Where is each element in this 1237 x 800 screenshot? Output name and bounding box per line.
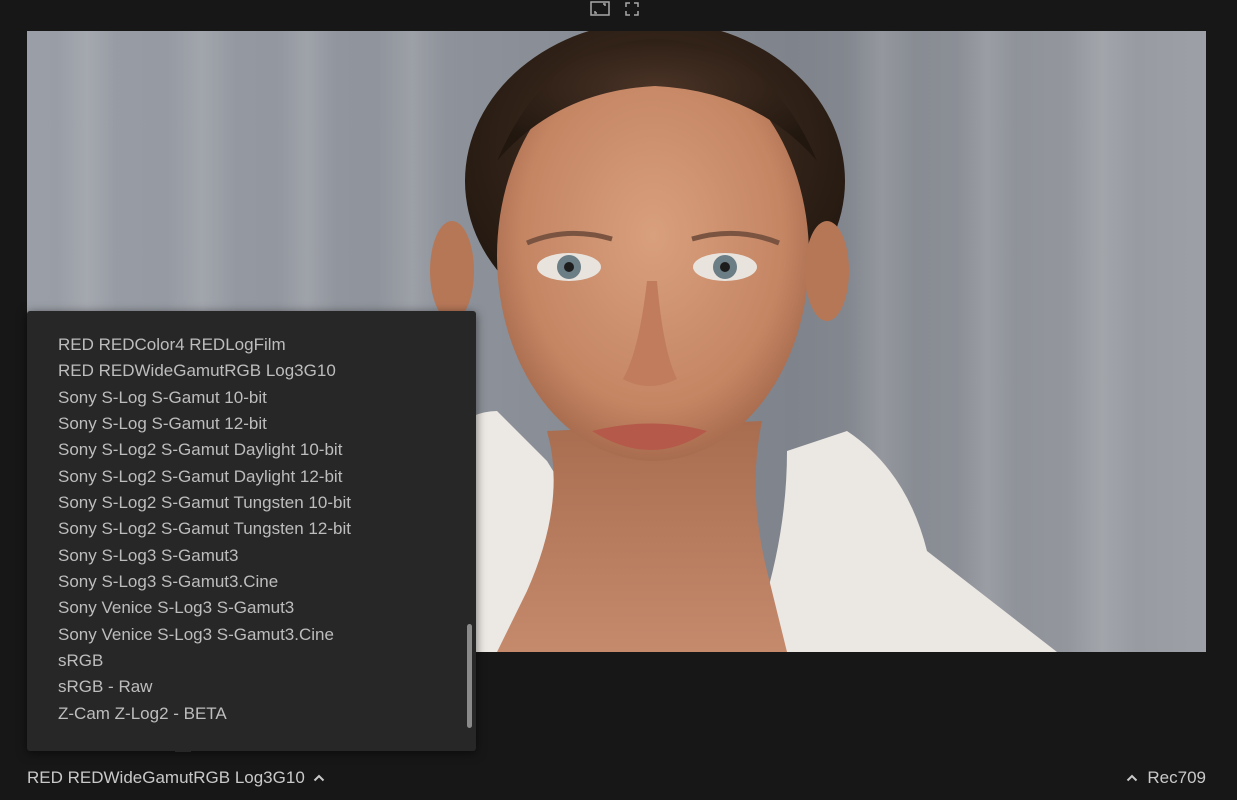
dropdown-pointer xyxy=(175,749,191,752)
list-item[interactable]: RED REDWideGamutRGB Log3G10 xyxy=(27,358,462,384)
list-item[interactable]: Z-Cam Z-Log2 - BETA xyxy=(27,701,462,727)
list-item[interactable]: Sony S-Log3 S-Gamut3.Cine xyxy=(27,569,462,595)
list-item[interactable]: Sony S-Log S-Gamut 12-bit xyxy=(27,411,462,437)
chevron-up-icon xyxy=(1126,773,1138,783)
list-item[interactable]: Sony Venice S-Log3 S-Gamut3.Cine xyxy=(27,622,462,648)
list-item[interactable]: Sony S-Log2 S-Gamut Tungsten 12-bit xyxy=(27,516,462,542)
input-profile-list: RED REDColor4 REDLogFilm RED REDWideGamu… xyxy=(27,332,462,727)
list-item[interactable]: sRGB - Raw xyxy=(27,674,462,700)
list-item[interactable]: Sony S-Log S-Gamut 10-bit xyxy=(27,385,462,411)
list-item[interactable]: Sony S-Log2 S-Gamut Daylight 10-bit xyxy=(27,437,462,463)
scrollbar-thumb[interactable] xyxy=(467,624,472,728)
list-item[interactable]: Sony S-Log2 S-Gamut Tungsten 10-bit xyxy=(27,490,462,516)
output-profile-selector[interactable]: Rec709 xyxy=(1126,766,1206,790)
input-profile-selector[interactable]: RED REDWideGamutRGB Log3G10 xyxy=(27,766,325,790)
input-profile-dropdown[interactable]: RED REDColor4 REDLogFilm RED REDWideGamu… xyxy=(27,311,476,751)
viewer-toolbar xyxy=(590,0,642,18)
input-profile-label: RED REDWideGamutRGB Log3G10 xyxy=(27,768,305,787)
fit-to-frame-icon[interactable] xyxy=(590,1,610,17)
list-item[interactable]: sRGB xyxy=(27,648,462,674)
dropdown-scrollbar[interactable] xyxy=(467,319,473,743)
list-item[interactable]: Sony S-Log2 S-Gamut Daylight 12-bit xyxy=(27,464,462,490)
output-profile-label: Rec709 xyxy=(1147,768,1206,787)
app-root: RED REDColor4 REDLogFilm RED REDWideGamu… xyxy=(0,0,1237,800)
fullscreen-icon[interactable] xyxy=(622,1,642,17)
list-item[interactable]: Sony S-Log3 S-Gamut3 xyxy=(27,543,462,569)
chevron-up-icon xyxy=(313,773,325,783)
list-item[interactable]: Sony Venice S-Log3 S-Gamut3 xyxy=(27,595,462,621)
list-item[interactable]: RED REDColor4 REDLogFilm xyxy=(27,332,462,358)
